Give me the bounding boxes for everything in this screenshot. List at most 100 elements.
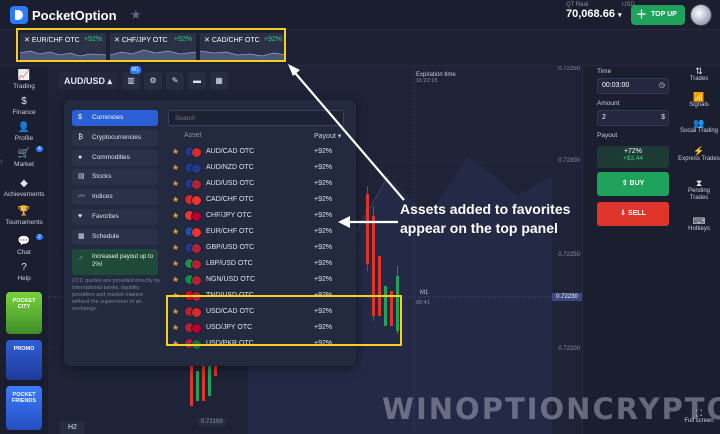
watermark: WINOPTIONCRYPTO.COM — [382, 392, 720, 426]
star-icon[interactable]: ★ — [172, 195, 179, 204]
drawing-button[interactable]: ✎ — [166, 72, 185, 90]
star-icon[interactable]: ★ — [172, 259, 179, 268]
asset-row[interactable]: ★ GBP/USD OTC +92% — [168, 240, 350, 256]
otc-note: OTC quotes are provided directly by inte… — [72, 278, 161, 312]
category-schedule[interactable]: ▦ Schedule — [72, 228, 158, 245]
account-selector[interactable]: QT Real 70,068.66 ▾ — [566, 2, 622, 20]
logo[interactable]: PocketOption — [10, 6, 117, 24]
sell-label: SELL — [627, 210, 646, 217]
flag-icon — [184, 162, 204, 174]
asset-name: CAD/CHF OTC — [206, 196, 254, 203]
asset-row[interactable]: ★ NGN/USD OTC +92% — [168, 272, 350, 288]
rnav-pending[interactable]: ⧗ Pending Trades — [678, 179, 720, 202]
asset-payout: +92% — [314, 180, 333, 187]
asset-row[interactable]: ★ CAD/CHF OTC +92% — [168, 192, 350, 208]
category-crypto[interactable]: ₿ Cryptocurrencies — [72, 129, 158, 146]
nav-item-market[interactable]: 🛒 4 Market — [0, 146, 48, 168]
flag-icon — [184, 258, 204, 270]
rnav-label: Pending Trades — [687, 188, 711, 201]
dash-icon: ▬ — [193, 76, 202, 85]
nav-item-trading[interactable]: 📈 Trading — [0, 70, 48, 90]
category-currencies[interactable]: $ Currencies — [72, 110, 158, 126]
star-icon[interactable]: ★ — [172, 147, 179, 156]
buy-button[interactable]: ⇧ BUY — [597, 172, 669, 196]
price-label: 0.72300 — [558, 158, 580, 164]
time-value: 00:03:00 — [602, 82, 630, 89]
chart-type-button[interactable]: M1 ▥ — [122, 66, 141, 90]
annotation-line-2: appear on the top panel — [400, 220, 558, 236]
time-input[interactable]: 00:03:00 ◷ — [597, 78, 669, 94]
calendar-icon: ▦ — [78, 232, 85, 240]
amount-value: 2 — [602, 114, 606, 121]
rnav-hotkeys[interactable]: ⌨ Hotkeys — [678, 216, 720, 233]
rnav-signals[interactable]: 📶 Signals — [678, 93, 720, 109]
timeframe-button[interactable]: H2 — [60, 421, 85, 434]
asset-row[interactable]: ★ AUD/NZD OTC +92% — [168, 160, 350, 176]
payout-promo-text: Increased payout up to 2%! — [92, 253, 154, 268]
rnav-express[interactable]: ⚡ Express Trades — [678, 147, 720, 163]
nav-item-finance[interactable]: $ Finance — [0, 96, 48, 116]
asset-row[interactable]: ★ AUD/USD OTC +92% — [168, 176, 350, 192]
nav-item-tournaments[interactable]: 🏆 Tournaments — [0, 206, 48, 226]
asset-row[interactable]: ★ CHF/JPY OTC +92% — [168, 208, 350, 224]
nav-item-profile[interactable]: 👤 Profile — [0, 122, 48, 142]
asset-payout: +92% — [314, 196, 333, 203]
rnav-label: Signals — [689, 102, 709, 108]
rnav-social[interactable]: 👥 Social Trading — [678, 119, 720, 135]
rnav-label: Express Trades — [678, 156, 720, 162]
nav-item-chat[interactable]: 💬 2 Chat — [0, 234, 48, 256]
amount-label: Amount — [597, 100, 620, 107]
avatar[interactable] — [690, 4, 712, 26]
layout-button[interactable]: ▦ — [210, 72, 229, 90]
asset-payout: +92% — [314, 148, 333, 155]
payout-promo[interactable]: ↗ Increased payout up to 2%! — [72, 248, 158, 275]
star-icon[interactable]: ★ — [130, 7, 142, 23]
payout-percent: +72% — [623, 148, 643, 155]
top-up-button[interactable]: ＋ TOP UP — [631, 5, 685, 25]
star-icon[interactable]: ★ — [172, 163, 179, 172]
asset-payout: +92% — [314, 244, 333, 251]
category-label: Cryptocurrencies — [92, 133, 142, 141]
star-icon[interactable]: ★ — [172, 227, 179, 236]
m1-label: M1 — [420, 290, 429, 296]
asset-row[interactable]: ★ AUD/CAD OTC +92% — [168, 144, 350, 160]
logo-icon — [10, 6, 28, 24]
category-indices[interactable]: 〰 Indices — [72, 189, 158, 206]
star-icon[interactable]: ★ — [172, 179, 179, 188]
nav-item-achievements[interactable]: ◆ Achievements — [0, 178, 48, 198]
star-icon[interactable]: ★ — [172, 243, 179, 252]
settings-button[interactable]: ⚙ — [144, 72, 163, 90]
grid-icon: ▦ — [215, 76, 223, 85]
asset-name: EUR/CHF OTC — [206, 228, 254, 235]
sell-button[interactable]: ⇩ SELL — [597, 202, 669, 226]
nav-label: Tournaments — [5, 219, 43, 226]
promo-banner[interactable]: PROMO — [6, 340, 42, 380]
promo-pocket-city[interactable]: POCKET CITY — [6, 292, 42, 334]
search-input[interactable] — [168, 110, 344, 126]
category-label: Indices — [92, 193, 113, 201]
star-icon[interactable]: ★ — [172, 211, 179, 220]
right-sidebar: ⇅ Trades 📶 Signals 👥 Social Trading ⚡ Expres… — [678, 66, 720, 434]
help-icon: ? — [21, 262, 27, 273]
category-label: Favorites — [92, 212, 119, 220]
asset-selector[interactable]: AUD/USD ▴ — [58, 72, 119, 90]
amount-input[interactable]: 2 $ — [597, 110, 669, 126]
category-favorites[interactable]: ♥ Favorites — [72, 208, 158, 225]
indicators-button[interactable]: ▬ — [188, 72, 207, 90]
asset-payout: +92% — [314, 276, 333, 283]
nav-label: Chat — [17, 249, 31, 256]
arrow-up-icon: ⇧ — [621, 180, 628, 187]
star-icon[interactable]: ★ — [172, 275, 179, 284]
asset-row[interactable]: ★ EUR/CHF OTC +92% — [168, 224, 350, 240]
keyboard-icon: ⌨ — [692, 216, 706, 226]
flag-icon — [184, 274, 204, 286]
category-stocks[interactable]: ▤ Stocks — [72, 169, 158, 186]
asset-payout: +92% — [314, 260, 333, 267]
asset-row[interactable]: ★ LBP/USD OTC +92% — [168, 256, 350, 272]
promo-pocket-friends[interactable]: POCKET FRIENDS — [6, 386, 42, 430]
category-label: Schedule — [92, 232, 120, 240]
category-commodities[interactable]: ● Commodities — [72, 149, 158, 166]
column-payout[interactable]: Payout ▾ — [314, 132, 341, 140]
nav-item-help[interactable]: ? Help — [0, 262, 48, 282]
rnav-trades[interactable]: ⇅ Trades — [678, 67, 720, 83]
